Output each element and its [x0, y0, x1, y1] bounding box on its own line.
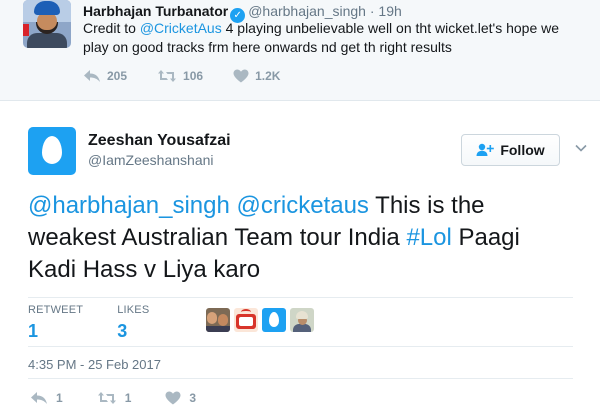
tweet-stats: RETWEET 1 LIKES 3	[28, 303, 183, 343]
avatar[interactable]	[23, 0, 71, 48]
egg-avatar-icon	[42, 136, 62, 164]
reply-button[interactable]: 1	[30, 391, 63, 405]
retweet-button[interactable]: 106	[157, 69, 203, 83]
avatar[interactable]	[290, 308, 314, 332]
follow-button[interactable]: Follow	[461, 134, 560, 166]
avatar[interactable]	[28, 127, 76, 175]
retweet-icon	[158, 70, 177, 82]
heart-icon	[165, 391, 181, 405]
tweet-text: @harbhajan_singh @cricketaus This is the…	[28, 190, 573, 286]
retweet-button[interactable]: 1	[97, 391, 132, 405]
stat-value: 1	[28, 321, 39, 341]
tweet-text-part: Credit to	[83, 20, 140, 36]
reply-icon	[84, 70, 100, 82]
hashtag-link[interactable]: #Lol	[406, 224, 451, 251]
retweet-stat[interactable]: RETWEET 1	[28, 303, 83, 343]
retweet-count: 1	[124, 391, 132, 405]
retweet-icon	[97, 392, 116, 404]
avatar[interactable]	[262, 308, 286, 332]
add-user-icon	[476, 143, 495, 156]
reply-icon	[31, 392, 47, 404]
like-button[interactable]: 1.2K	[233, 69, 280, 83]
reply-count: 1	[56, 391, 63, 405]
author-handle[interactable]: @IamZeeshanshani	[88, 151, 214, 169]
divider	[28, 346, 573, 347]
chevron-down-icon[interactable]	[574, 141, 588, 155]
tweet-actions: 205 106 1.2K	[83, 66, 310, 86]
reply-button[interactable]: 205	[83, 69, 127, 83]
separator: ·	[369, 3, 375, 19]
tweet-text: Credit to @CricketAus 4 playing unbeliev…	[83, 19, 583, 57]
stat-label: LIKES	[117, 304, 150, 316]
tweet-time[interactable]: 19h	[378, 3, 401, 19]
tweet-timestamp[interactable]: 4:35 PM - 25 Feb 2017	[28, 357, 161, 373]
mention-link[interactable]: @harbhajan_singh	[28, 192, 230, 219]
mention-link[interactable]: @cricketaus	[237, 192, 369, 219]
egg-avatar-icon	[269, 312, 279, 327]
tweet-text-part	[230, 192, 237, 219]
like-count: 3	[189, 391, 197, 405]
retweet-count: 106	[183, 69, 204, 83]
mention-link[interactable]: @CricketAus	[140, 20, 222, 36]
likes-stat[interactable]: LIKES 3	[117, 303, 149, 343]
heart-icon	[233, 69, 249, 83]
avatar[interactable]	[206, 308, 230, 332]
author-handle[interactable]: @harbhajan_singh	[248, 3, 366, 19]
parent-tweet[interactable]: Harbhajan Turbanator ✓ @harbhajan_singh · …	[0, 0, 600, 101]
stat-label: RETWEET	[28, 304, 84, 316]
avatar[interactable]	[234, 308, 258, 332]
reply-count: 205	[107, 69, 128, 83]
like-count: 1.2K	[255, 69, 281, 83]
liker-avatars	[206, 308, 314, 332]
follow-label: Follow	[500, 142, 545, 158]
author-name[interactable]: Zeeshan Yousafzai	[88, 131, 231, 151]
stat-value: 3	[117, 321, 128, 341]
tweet-actions: 1 1 3	[30, 388, 230, 408]
divider	[28, 297, 573, 298]
author-name[interactable]: Harbhajan Turbanator	[83, 3, 228, 19]
divider	[28, 378, 573, 379]
like-button[interactable]: 3	[165, 391, 196, 405]
